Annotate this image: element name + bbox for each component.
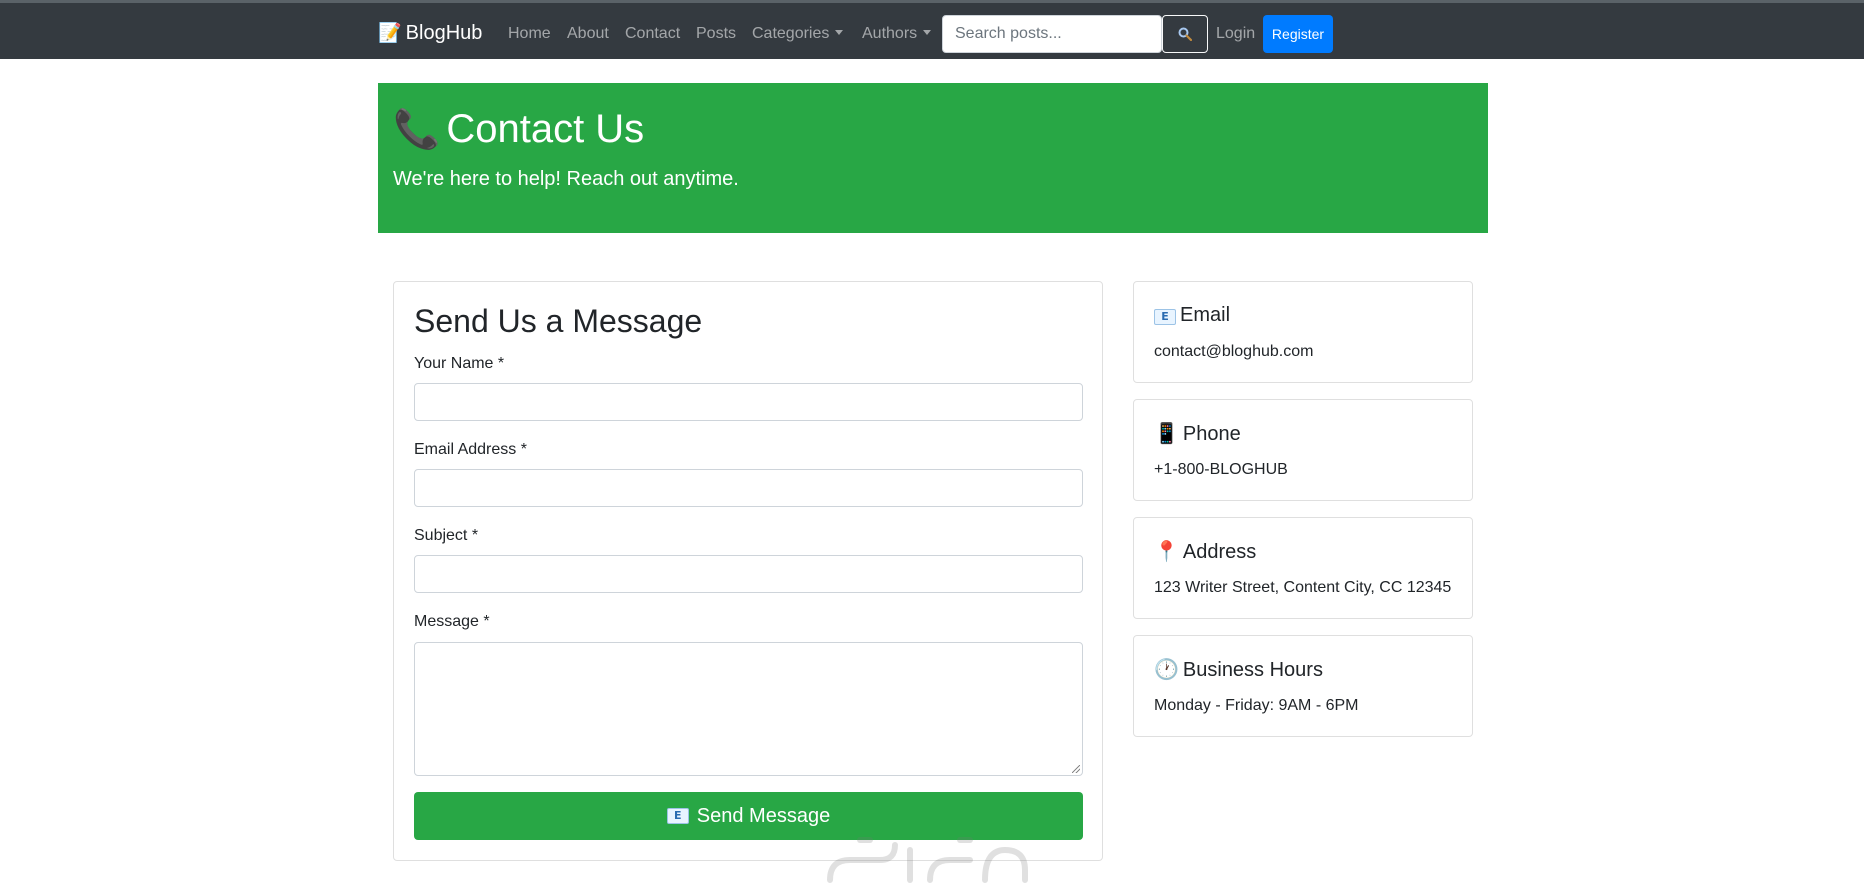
email-card-title-text: Email bbox=[1180, 304, 1231, 326]
login-link[interactable]: Login bbox=[1216, 24, 1255, 44]
email-label: Email Address * bbox=[414, 441, 527, 458]
hours-card-title: 🕐 Business Hours bbox=[1154, 657, 1323, 682]
page-title: 📞 Contact Us bbox=[393, 105, 644, 154]
brand-logo[interactable]: 📝 BlogHub bbox=[378, 21, 482, 46]
resize-handle[interactable] bbox=[1072, 765, 1080, 773]
phone-card-title-text: Phone bbox=[1182, 423, 1241, 445]
brand-name: BlogHub bbox=[405, 22, 483, 44]
search-icon bbox=[1178, 27, 1192, 41]
email-address-text: contact@bloghub.com bbox=[1154, 343, 1314, 360]
email-info-card: E Email contact@bloghub.com bbox=[1133, 281, 1473, 383]
message-label: Message * bbox=[414, 613, 490, 630]
email-icon: E bbox=[1154, 309, 1176, 325]
nav-posts-link[interactable]: Posts bbox=[696, 24, 736, 44]
address-card-title: 📍 Address bbox=[1154, 539, 1256, 564]
phone-number-text: +1-800-BLOGHUB bbox=[1154, 461, 1288, 478]
subject-label: Subject * bbox=[414, 527, 479, 544]
clock-icon: 🕐 bbox=[1154, 657, 1179, 681]
search-button[interactable] bbox=[1162, 15, 1208, 53]
search-input[interactable] bbox=[942, 15, 1162, 53]
email-card-title: E Email bbox=[1154, 303, 1230, 327]
chevron-down-icon bbox=[923, 30, 932, 35]
watermark-logo bbox=[827, 837, 1028, 883]
address-card-title-text: Address bbox=[1182, 541, 1257, 563]
nav-authors-label: Authors bbox=[862, 25, 918, 42]
nav-home-link[interactable]: Home bbox=[508, 24, 551, 44]
hours-text: Monday - Friday: 9AM - 6PM bbox=[1154, 697, 1359, 714]
nav-authors-dropdown[interactable]: Authors bbox=[862, 24, 932, 44]
top-navbar: 📝 BlogHub Home About Contact Posts Catego… bbox=[0, 0, 1864, 59]
hours-info-card: 🕐 Business Hours Monday - Friday: 9AM - 6… bbox=[1133, 635, 1473, 737]
message-textarea[interactable] bbox=[414, 642, 1083, 776]
mobile-phone-icon: 📱 bbox=[1154, 421, 1179, 445]
email-icon: E bbox=[666, 808, 689, 824]
contact-hero-banner: 📞 Contact Us We're here to help! Reach ou… bbox=[378, 83, 1488, 233]
telephone-icon: 📞 bbox=[393, 109, 441, 151]
pin-icon: 📍 bbox=[1154, 539, 1179, 563]
nav-categories-dropdown[interactable]: Categories bbox=[752, 24, 844, 44]
nav-categories-label: Categories bbox=[752, 25, 830, 42]
nav-contact-link[interactable]: Contact bbox=[625, 24, 680, 44]
address-text: 123 Writer Street, Content City, CC 1234… bbox=[1154, 579, 1452, 596]
nav-about-link[interactable]: About bbox=[567, 24, 609, 44]
send-message-label: Send Message bbox=[696, 804, 831, 827]
memo-icon: 📝 bbox=[378, 23, 402, 44]
contact-form-card: Send Us a Message Your Name * Email Addr… bbox=[393, 281, 1103, 861]
subject-field[interactable] bbox=[414, 555, 1083, 593]
phone-card-title: 📱 Phone bbox=[1154, 421, 1241, 446]
name-field[interactable] bbox=[414, 383, 1083, 421]
hours-card-title-text: Business Hours bbox=[1182, 659, 1323, 681]
email-field[interactable] bbox=[414, 469, 1083, 507]
form-title: Send Us a Message bbox=[414, 303, 703, 339]
page-title-text: Contact Us bbox=[446, 107, 645, 151]
page-subtitle: We're here to help! Reach out anytime. bbox=[393, 168, 739, 190]
chevron-down-icon bbox=[835, 30, 844, 35]
address-info-card: 📍 Address 123 Writer Street, Content City… bbox=[1133, 517, 1473, 619]
register-button[interactable]: Register bbox=[1263, 15, 1333, 53]
name-label: Your Name * bbox=[414, 355, 505, 372]
phone-info-card: 📱 Phone +1-800-BLOGHUB bbox=[1133, 399, 1473, 501]
